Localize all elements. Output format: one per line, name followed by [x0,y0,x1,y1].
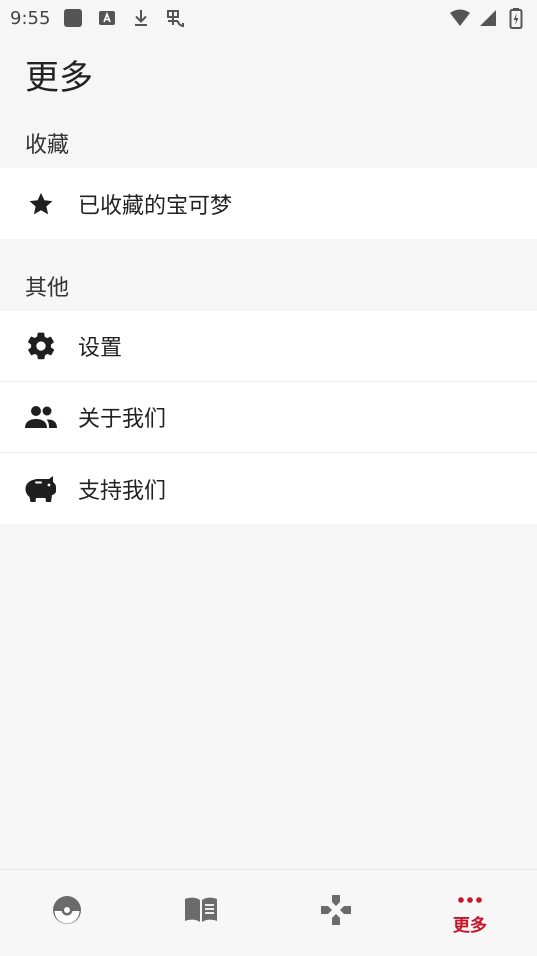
piggy-bank-icon [24,472,58,506]
tab-more[interactable]: 更多 [403,870,537,956]
more-dots-icon [456,890,484,909]
book-icon [183,896,219,928]
status-bar: 9:55 [0,0,537,36]
font-a-icon [96,7,118,29]
tab-label: 更多 [452,916,487,936]
app-square-icon [62,7,84,29]
gamepad-icon [320,894,352,930]
section-header-other: 其他 [25,276,70,301]
list-item-support-us[interactable]: 支持我们 [0,453,537,524]
gear-icon [24,329,58,363]
pokeball-icon [51,894,83,930]
list-item-favorited-pokemon[interactable]: 已收藏的宝可梦 [0,168,537,239]
list-item-label: 设置 [78,336,123,361]
wifi-icon [449,7,471,29]
tab-game[interactable] [269,870,403,956]
list-item-label: 已收藏的宝可梦 [78,193,233,219]
status-time: 9:55 [10,7,51,29]
bottom-navigation: 更多 [0,869,537,956]
other-list: 设置 关于我们 支持我们 [0,311,537,524]
status-right [449,7,527,29]
battery-charging-icon [505,7,527,29]
status-left: 9:55 [10,7,186,29]
tab-pokedex[interactable] [0,870,134,956]
signal-icon [477,7,499,29]
list-item-label: 关于我们 [78,407,167,432]
list-item-about-us[interactable]: 关于我们 [0,382,537,453]
people-icon [24,400,58,434]
favorites-list: 已收藏的宝可梦 [0,168,537,239]
tab-book[interactable] [134,870,268,956]
list-item-label: 支持我们 [78,478,167,504]
section-header-favorites: 收藏 [25,133,70,158]
star-icon [24,187,58,221]
list-item-settings[interactable]: 设置 [0,311,537,382]
bug-icon [164,7,186,29]
download-icon [130,7,152,29]
page-title: 更多 [25,58,93,98]
